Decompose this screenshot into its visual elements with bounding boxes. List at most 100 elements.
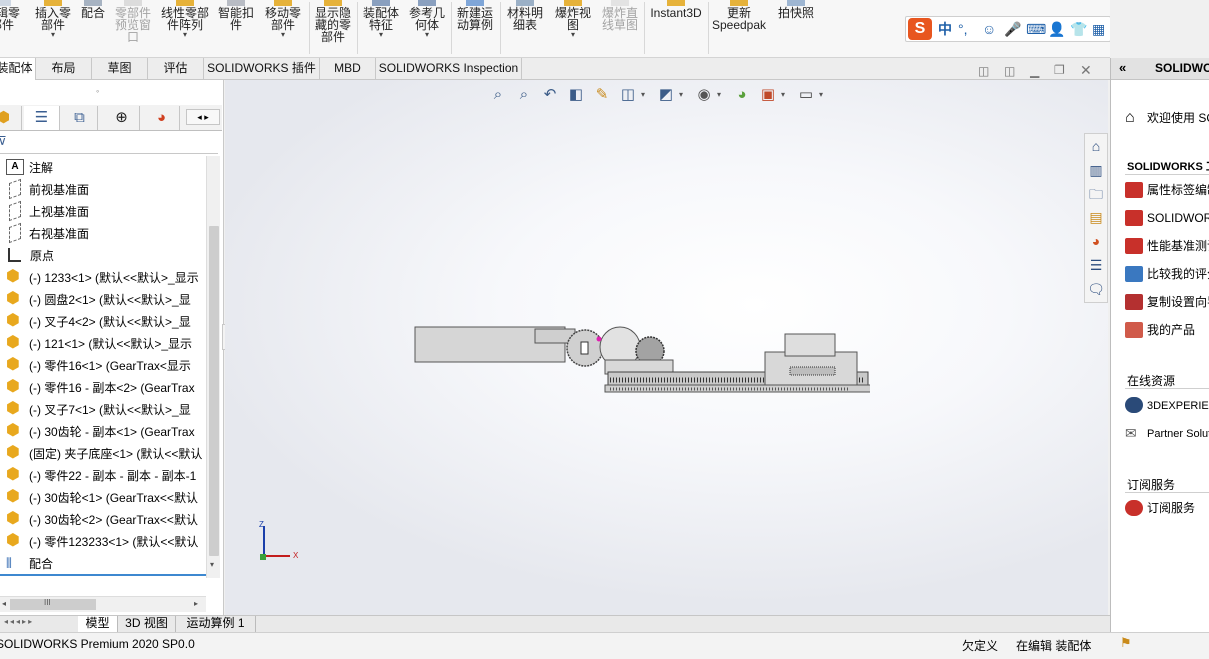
minimize-icon[interactable]: ▁ bbox=[1030, 64, 1039, 78]
ime-toolbar[interactable]: S 中 °, ☺ 🎤 ⌨ 👤 👕 ▦ bbox=[905, 16, 1110, 42]
previous-view-icon[interactable]: ↶ bbox=[539, 84, 561, 106]
skin-shirt-icon[interactable]: 👕 bbox=[1070, 20, 1087, 38]
subscription-link[interactable]: 订阅服务 bbox=[1125, 498, 1195, 518]
rollback-bar[interactable] bbox=[0, 574, 206, 576]
apply-scene-icon[interactable]: ▣ bbox=[757, 84, 779, 106]
tree-filter-bar[interactable]: ⊽ bbox=[0, 132, 218, 154]
chevron-down-icon[interactable]: ▾ bbox=[717, 90, 721, 99]
ime-mode-toggle[interactable]: 中 bbox=[938, 20, 952, 38]
close-icon[interactable]: ✕ bbox=[1080, 62, 1092, 79]
chevron-down-icon[interactable]: ▾ bbox=[641, 90, 645, 99]
tree-node-component[interactable]: ⬢ (-) 零件16<1> (GearTrax<显示 bbox=[6, 354, 206, 376]
smart-fasteners-button[interactable]: 智能扣 件 bbox=[214, 0, 258, 57]
tree-node-component[interactable]: ⬢ (-) 30齿轮<1> (GearTrax<<默认 bbox=[6, 486, 206, 508]
emoji-icon[interactable]: ☺ bbox=[982, 20, 996, 38]
tool-link[interactable]: 我的产品 bbox=[1125, 320, 1195, 340]
rebuild-indicator-icon[interactable]: ⚑ bbox=[1120, 635, 1132, 651]
new-motion-study-button[interactable]: 新建运 动算例 bbox=[452, 0, 498, 57]
tool-link[interactable]: 性能基准测试 bbox=[1125, 236, 1209, 256]
edit-component-button[interactable]: 编辑零 部件 bbox=[0, 0, 22, 57]
collapse-pane-icon[interactable]: « bbox=[1119, 60, 1126, 75]
tab-3d-views[interactable]: 3D 视图 bbox=[118, 616, 176, 632]
tab-sketch[interactable]: 草图 bbox=[92, 58, 148, 80]
bill-of-materials-button[interactable]: 材料明 细表 bbox=[502, 0, 548, 57]
tab-assembly[interactable]: 装配体 bbox=[0, 58, 36, 80]
take-snapshot-button[interactable]: 拍快照 bbox=[772, 0, 820, 57]
mate-button[interactable]: 配合 bbox=[78, 0, 108, 57]
tab-evaluate[interactable]: 评估 bbox=[148, 58, 204, 80]
dynamic-annotation-icon[interactable]: ✎ bbox=[591, 84, 613, 106]
forum-chat-icon[interactable]: 🗨 bbox=[1086, 279, 1106, 299]
tree-node-component[interactable]: ⬢ (固定) 夹子底座<1> (默认<<默认 bbox=[6, 442, 206, 464]
keyboard-icon[interactable]: ⌨ bbox=[1026, 20, 1046, 38]
file-explorer-folder-icon[interactable]: 🗀 bbox=[1086, 184, 1106, 204]
display-manager-tab-icon[interactable]: ◕ bbox=[144, 106, 180, 130]
tool-link[interactable]: 复制设置向导 bbox=[1125, 292, 1209, 312]
exploded-view-button[interactable]: 爆炸视 图 ▾ bbox=[550, 0, 596, 57]
chevron-down-icon[interactable]: ▾ bbox=[550, 31, 596, 39]
chevron-down-icon[interactable]: ▾ bbox=[260, 31, 306, 39]
tab-scroll-arrows[interactable]: ◂ ▸ bbox=[186, 109, 220, 125]
chevron-down-icon[interactable]: ▾ bbox=[781, 90, 785, 99]
reference-geometry-button[interactable]: 参考几 何体 ▾ bbox=[404, 0, 450, 57]
insert-components-button[interactable]: 插入零 部件 ▾ bbox=[30, 0, 76, 57]
restore-icon[interactable]: ❐ bbox=[1054, 63, 1065, 77]
hide-show-items-icon[interactable]: ◉ bbox=[693, 84, 715, 106]
chevron-down-icon[interactable]: ▾ bbox=[158, 31, 212, 39]
tool-link[interactable]: SOLIDWORKS Rx bbox=[1125, 208, 1209, 228]
section-view-icon[interactable]: ◧ bbox=[565, 84, 587, 106]
graphics-area[interactable]: ⌕ ⌕ ↶ ◧ ✎ ◫ ▾ ◩ ▾ ◉ ▾ ◕ ▣ ▾ ▭ ▾ ◫ bbox=[225, 80, 1108, 615]
tree-node-origin[interactable]: 原点 bbox=[6, 244, 206, 266]
update-speedpak-button[interactable]: 更新 Speedpak bbox=[710, 0, 768, 57]
custom-properties-icon[interactable]: ☰ bbox=[1086, 255, 1106, 275]
move-component-button[interactable]: 移动零 部件 ▾ bbox=[260, 0, 306, 57]
tree-node-annotations[interactable]: A 注解 bbox=[6, 156, 206, 178]
zoom-to-area-icon[interactable]: ⌕ bbox=[513, 84, 535, 106]
tree-node-component[interactable]: ⬢ (-) 30齿轮 - 副本<1> (GearTrax bbox=[6, 420, 206, 442]
user-icon[interactable]: 👤 bbox=[1048, 20, 1065, 38]
scroll-left-arrow-icon[interactable]: ◂ bbox=[2, 599, 6, 608]
display-style-icon[interactable]: ◩ bbox=[655, 84, 677, 106]
chevron-down-icon[interactable]: ▾ bbox=[679, 90, 683, 99]
online-link[interactable]: 3DEXPERIENCE bbox=[1125, 396, 1209, 416]
linear-component-pattern-button[interactable]: 线性零部 件阵列 ▾ bbox=[158, 0, 212, 57]
tab-model[interactable]: 模型 bbox=[78, 616, 118, 632]
edit-appearance-icon[interactable]: ◕ bbox=[731, 84, 753, 106]
toolbox-grid-icon[interactable]: ▦ bbox=[1092, 20, 1105, 38]
tree-node-right-plane[interactable]: 右视基准面 bbox=[6, 222, 206, 244]
design-library-icon[interactable]: ▥ bbox=[1086, 160, 1106, 180]
configuration-manager-tab-icon[interactable]: ⧉ bbox=[62, 106, 98, 130]
tile-right-icon[interactable]: ◫ bbox=[1004, 64, 1015, 78]
tree-node-component[interactable]: ⬢ (-) 圆盘2<1> (默认<<默认>_显 bbox=[6, 288, 206, 310]
tool-link[interactable]: 属性标签编制 bbox=[1125, 180, 1209, 200]
tree-node-mates[interactable]: ⫴ 配合 bbox=[6, 552, 206, 574]
scrollbar-thumb[interactable]: III bbox=[10, 598, 96, 610]
panel-splitter-handle[interactable]: ◦ bbox=[96, 86, 99, 96]
tree-node-component[interactable]: ⬢ (-) 121<1> (默认<<默认>_显示 bbox=[6, 332, 206, 354]
chevron-down-icon[interactable]: ▾ bbox=[358, 31, 404, 39]
tree-vertical-scrollbar[interactable]: ▾ bbox=[206, 156, 220, 578]
assembly-model-view[interactable] bbox=[410, 320, 870, 410]
dimxpert-manager-tab-icon[interactable]: ⊕ bbox=[104, 106, 140, 130]
chevron-down-icon[interactable]: ▾ bbox=[404, 31, 450, 39]
model-base-plate[interactable] bbox=[604, 384, 870, 393]
model-gear-hub[interactable] bbox=[580, 341, 589, 355]
tab-motion-study-1[interactable]: 运动算例 1 bbox=[176, 616, 256, 632]
instant3d-button[interactable]: Instant3D bbox=[646, 0, 706, 57]
tree-node-front-plane[interactable]: 前视基准面 bbox=[6, 178, 206, 200]
scrollbar-thumb[interactable] bbox=[209, 226, 219, 556]
ime-punctuation-toggle[interactable]: °, bbox=[958, 20, 968, 38]
tree-node-component[interactable]: ⬢ (-) 零件123233<1> (默认<<默认 bbox=[6, 530, 206, 552]
zoom-to-fit-icon[interactable]: ⌕ bbox=[487, 84, 509, 106]
view-orientation-icon[interactable]: ◫ bbox=[617, 84, 639, 106]
tab-solidworks-addins[interactable]: SOLIDWORKS 插件 bbox=[204, 58, 320, 80]
tab-layout[interactable]: 布局 bbox=[36, 58, 92, 80]
tree-node-component[interactable]: ⬢ (-) 30齿轮<2> (GearTrax<<默认 bbox=[6, 508, 206, 530]
chevron-down-icon[interactable]: ▾ bbox=[30, 31, 76, 39]
assembly-features-button[interactable]: 装配体 特征 ▾ bbox=[358, 0, 404, 57]
tree-node-component[interactable]: ⬢ (-) 零件22 - 副本 - 副本 - 副本-1 bbox=[6, 464, 206, 486]
tab-mbd[interactable]: MBD bbox=[320, 58, 376, 80]
show-hidden-components-button[interactable]: 显示隐 藏的零 部件 bbox=[310, 0, 356, 57]
tree-node-component[interactable]: ⬢ (-) 零件16 - 副本<2> (GearTrax bbox=[6, 376, 206, 398]
tree-horizontal-scrollbar[interactable]: ◂ III ▸ bbox=[0, 596, 206, 612]
